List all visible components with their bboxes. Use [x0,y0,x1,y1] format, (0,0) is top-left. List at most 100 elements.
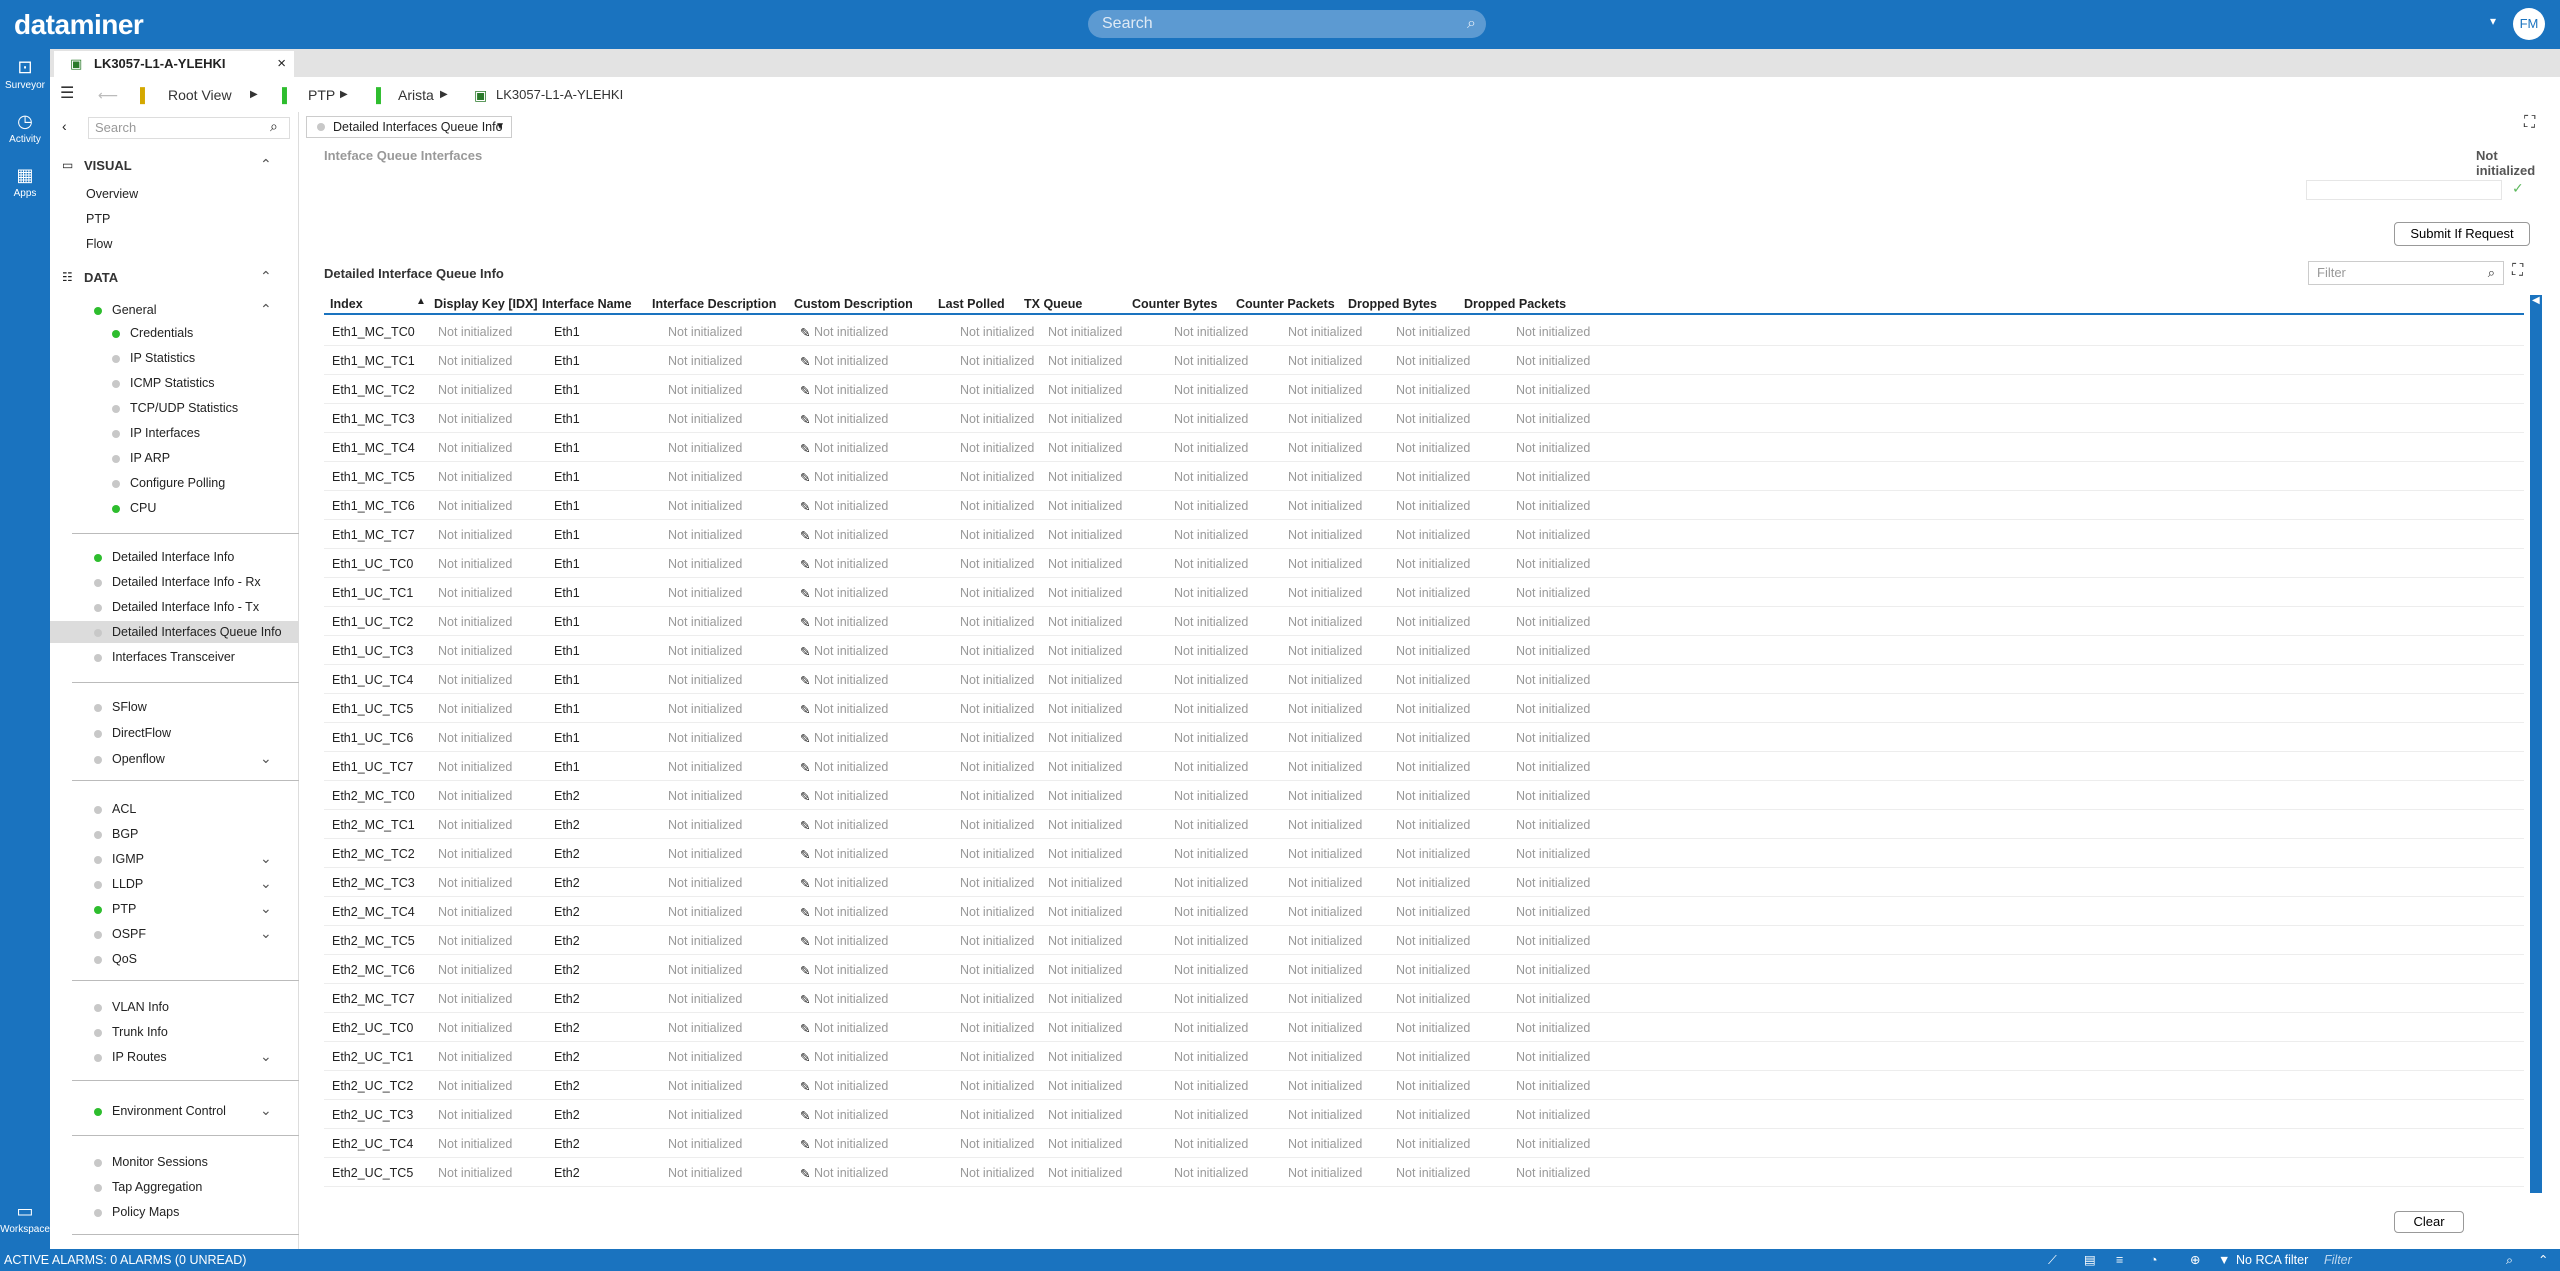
row-cell[interactable]: Not initialized [814,644,888,658]
column-header[interactable]: Display Key [IDX] [434,297,538,311]
chevron-left-icon[interactable]: ◀ [2532,295,2540,306]
close-icon[interactable]: × [277,51,286,77]
sidebar-item-overview[interactable]: Overview [86,187,138,201]
table-row[interactable]: Eth2_UC_TC3 Not initialized Eth2 Not initia… [324,1100,2524,1129]
alarm-filter-input[interactable]: Filter [2324,1249,2352,1271]
table-row[interactable]: Eth2_UC_TC5 Not initialized Eth2 Not initia… [324,1158,2524,1187]
edit-icon[interactable]: ✎ [800,934,810,949]
side-panel-toggle[interactable]: ◀ [2530,295,2542,1193]
table-row[interactable]: Eth1_MC_TC6 Not initialized Eth1 Not initia… [324,491,2524,520]
sidebar-item-environment-control[interactable]: Environment Control [94,1104,226,1118]
row-cell[interactable]: Not initialized [814,847,888,861]
edit-icon[interactable]: ✎ [800,1137,810,1152]
row-cell[interactable]: Not initialized [814,789,888,803]
row-cell[interactable]: Not initialized [814,934,888,948]
row-cell[interactable]: Not initialized [814,1050,888,1064]
chevron-down-icon[interactable]: ⌄ [260,850,272,867]
table-row[interactable]: Eth1_MC_TC4 Not initialized Eth1 Not initia… [324,433,2524,462]
hamburger-icon[interactable]: ☰ [60,83,74,103]
sidebar-item-ospf[interactable]: OSPF [94,927,146,941]
edit-icon[interactable]: ✎ [800,702,810,717]
sidebar-item-bgp[interactable]: BGP [94,827,138,841]
sidebar-item-cpu[interactable]: CPU [112,501,156,515]
row-cell[interactable]: Not initialized [814,528,888,542]
global-search-input[interactable]: Search ⌕ [1088,10,1486,38]
avatar[interactable]: FM [2513,8,2545,40]
table-row[interactable]: Eth1_UC_TC5 Not initialized Eth1 Not initia… [324,694,2524,723]
sidebar-item-lldp[interactable]: LLDP [94,877,143,891]
sidebar-item-configure-polling[interactable]: Configure Polling [112,476,225,490]
chevron-down-icon[interactable]: ⌄ [260,900,272,917]
list-view-icon[interactable]: ▤ [2084,1249,2096,1271]
row-cell[interactable]: Not initialized [814,615,888,629]
table-row[interactable]: Eth2_MC_TC1 Not initialized Eth2 Not initia… [324,810,2524,839]
table-row[interactable]: Eth2_MC_TC3 Not initialized Eth2 Not initia… [324,868,2524,897]
edit-icon[interactable]: ✎ [800,383,810,398]
chart-icon[interactable]: ⟋ [2048,1249,2057,1271]
chevron-up-icon[interactable]: ⌃ [2538,1249,2548,1271]
chevron-down-icon[interactable]: ⌄ [260,1048,272,1065]
edit-icon[interactable]: ✎ [800,992,810,1007]
sidebar-section-data[interactable]: DATA [84,270,118,285]
sidebar-item-interfaces-transceiver[interactable]: Interfaces Transceiver [94,650,235,664]
row-cell[interactable]: Not initialized [814,557,888,571]
edit-icon[interactable]: ✎ [800,412,810,427]
chevron-down-icon[interactable]: ⌄ [260,875,272,892]
table-row[interactable]: Eth1_MC_TC7 Not initialized Eth1 Not initia… [324,520,2524,549]
edit-icon[interactable]: ✎ [800,470,810,485]
table-row[interactable]: Eth1_UC_TC4 Not initialized Eth1 Not initia… [324,665,2524,694]
clear-button[interactable]: Clear [2394,1211,2464,1233]
table-row[interactable]: Eth1_MC_TC5 Not initialized Eth1 Not initia… [324,462,2524,491]
column-header[interactable]: TX Queue [1024,297,1082,311]
sidebar-item-directflow[interactable]: DirectFlow [94,726,171,740]
chevron-right-icon[interactable]: ▶ [250,89,258,100]
workspace-button[interactable]: ▭ Workspace [0,1201,50,1235]
search-icon[interactable]: ⌕ [270,118,278,135]
column-header[interactable]: Counter Bytes [1132,297,1217,311]
column-header[interactable]: Last Polled [938,297,1005,311]
edit-icon[interactable]: ✎ [800,963,810,978]
sidebar-item-ip-arp[interactable]: IP ARP [112,451,170,465]
edit-icon[interactable]: ✎ [800,731,810,746]
row-cell[interactable]: Not initialized [814,1108,888,1122]
edit-icon[interactable]: ✎ [800,325,810,340]
edit-icon[interactable]: ✎ [800,499,810,514]
edit-icon[interactable]: ✎ [800,586,810,601]
column-header[interactable]: Dropped Packets [1464,297,1566,311]
edit-icon[interactable]: ✎ [800,557,810,572]
column-header[interactable]: Counter Packets [1236,297,1335,311]
edit-icon[interactable]: ✎ [800,644,810,659]
sidebar-item-tap-aggregation[interactable]: Tap Aggregation [94,1180,202,1194]
breadcrumb-root[interactable]: Root View [168,87,232,103]
table-row[interactable]: Eth2_MC_TC6 Not initialized Eth2 Not initia… [324,955,2524,984]
table-row[interactable]: Eth1_UC_TC3 Not initialized Eth1 Not initia… [324,636,2524,665]
table-row[interactable]: Eth1_MC_TC1 Not initialized Eth1 Not initia… [324,346,2524,375]
edit-icon[interactable]: ✎ [800,1021,810,1036]
edit-icon[interactable]: ✎ [800,1079,810,1094]
sidebar-item-sflow[interactable]: SFlow [94,700,147,714]
sort-icon[interactable]: ≡ [2116,1249,2123,1271]
row-cell[interactable]: Not initialized [814,383,888,397]
sidebar-item-detailed-interface-info[interactable]: Detailed Interface Info [94,550,234,564]
sidebar-item-monitor-sessions[interactable]: Monitor Sessions [94,1155,208,1169]
sidebar-item-detailed-interface-info-rx[interactable]: Detailed Interface Info - Rx [94,575,261,589]
table-row[interactable]: Eth2_MC_TC0 Not initialized Eth2 Not initia… [324,781,2524,810]
table-row[interactable]: Eth1_UC_TC6 Not initialized Eth1 Not initia… [324,723,2524,752]
chevron-right-icon[interactable]: ▶ [340,89,348,100]
chevron-right-icon[interactable]: ▶ [440,89,448,100]
sidebar-search-input[interactable]: Search [88,117,290,139]
table-row[interactable]: Eth2_MC_TC2 Not initialized Eth2 Not initia… [324,839,2524,868]
edit-icon[interactable]: ✎ [800,354,810,369]
page-selector[interactable]: Detailed Interfaces Queue Info ▼ [306,116,512,138]
table-row[interactable]: Eth2_UC_TC1 Not initialized Eth2 Not initia… [324,1042,2524,1071]
table-row[interactable]: Eth2_UC_TC0 Not initialized Eth2 Not initia… [324,1013,2524,1042]
table-row[interactable]: Eth2_MC_TC4 Not initialized Eth2 Not initia… [324,897,2524,926]
row-cell[interactable]: Not initialized [814,818,888,832]
timer-icon[interactable]: ◔ [2150,1249,2158,1271]
chevron-up-icon[interactable]: ⌃ [260,268,272,285]
table-row[interactable]: Eth2_MC_TC7 Not initialized Eth2 Not initia… [324,984,2524,1013]
edit-icon[interactable]: ✎ [800,673,810,688]
sidebar-item-vlan-info[interactable]: VLAN Info [94,1000,169,1014]
sidebar-item-icmp-statistics[interactable]: ICMP Statistics [112,376,215,390]
row-cell[interactable]: Not initialized [814,963,888,977]
